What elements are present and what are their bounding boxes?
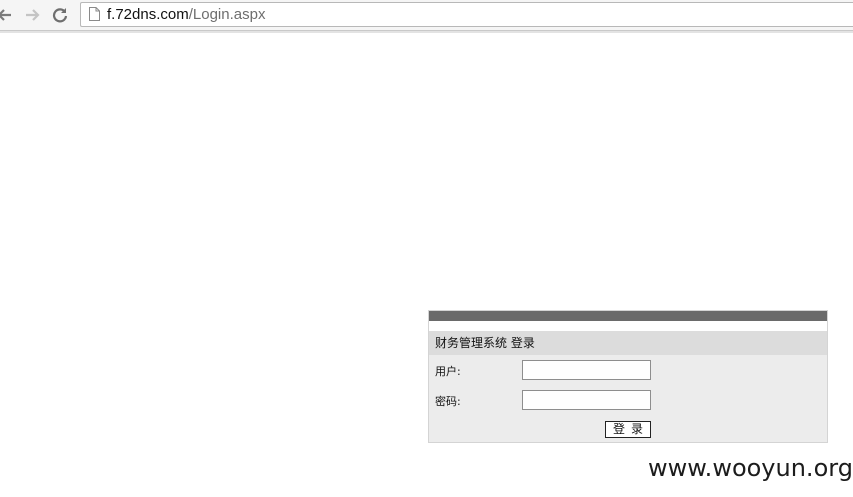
address-bar[interactable]: f.72dns.com/Login.aspx bbox=[80, 2, 853, 27]
forward-button[interactable] bbox=[21, 4, 43, 26]
login-panel: 财务管理系统 登录 用户: 密码: 登录 bbox=[428, 310, 828, 443]
watermark: www.wooyun.org bbox=[648, 454, 853, 482]
reload-button[interactable] bbox=[49, 4, 71, 26]
username-input[interactable] bbox=[522, 360, 651, 380]
reload-icon bbox=[52, 8, 68, 23]
panel-spacer bbox=[429, 321, 827, 331]
arrow-left-icon bbox=[0, 9, 11, 21]
panel-top-bar bbox=[429, 311, 827, 321]
username-label: 用户: bbox=[435, 365, 461, 378]
toolbar-divider bbox=[0, 31, 853, 33]
password-label: 密码: bbox=[435, 395, 461, 408]
url-text: f.72dns.com/Login.aspx bbox=[107, 6, 265, 24]
login-title: 财务管理系统 登录 bbox=[435, 336, 535, 350]
page-icon bbox=[89, 7, 100, 21]
arrow-right-icon bbox=[26, 9, 40, 21]
back-button[interactable] bbox=[0, 4, 16, 26]
url-host: f.72dns.com bbox=[107, 6, 189, 23]
panel-header: 财务管理系统 登录 bbox=[429, 331, 827, 355]
browser-toolbar: f.72dns.com/Login.aspx bbox=[0, 0, 853, 31]
url-path: /Login.aspx bbox=[188, 6, 266, 23]
password-input[interactable] bbox=[522, 390, 651, 410]
login-button[interactable]: 登录 bbox=[605, 421, 651, 438]
